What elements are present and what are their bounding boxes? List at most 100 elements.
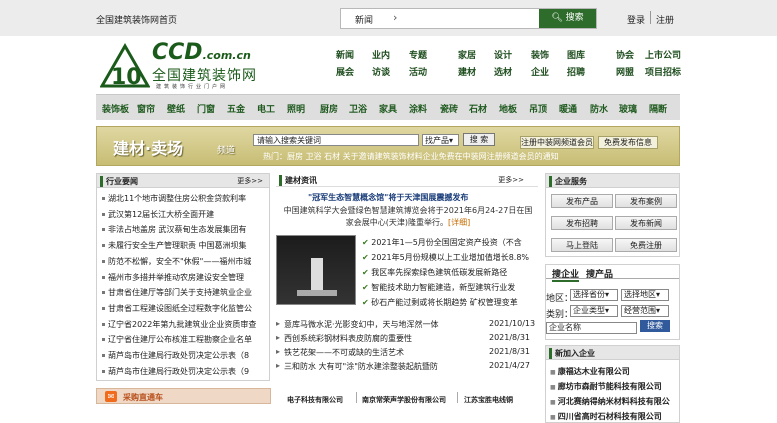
publish-news-button[interactable]: 发布新闻 xyxy=(615,216,677,230)
company-search-button[interactable]: 搜索 xyxy=(640,320,670,332)
purchase-company[interactable]: 电子科技有限公司 xyxy=(287,395,343,405)
industry-news-item[interactable]: 非法占地盖房 武汉蔡甸生态发展集团有 xyxy=(102,224,266,235)
nav-industry[interactable]: 业内 xyxy=(372,48,390,61)
headline[interactable]: "冠军生态智慧概念馆"将于天津国展震撼发布 xyxy=(308,192,468,203)
nav-decoration[interactable]: 装饰 xyxy=(531,48,549,61)
news-title[interactable]: 意库马微水泥·光影变幻中，天与地浑然一体 xyxy=(284,319,439,330)
free-register-button[interactable]: 免费注册 xyxy=(615,238,677,252)
industry-news-item[interactable]: 武汉第12届长江大桥全面开建 xyxy=(102,209,266,220)
category-16[interactable]: 防水 xyxy=(590,102,608,115)
materials-bullet-item[interactable]: ✔ 我区率先探索绿色建筑低碳发展新路径 xyxy=(362,267,538,278)
purchase-company[interactable]: 江苏宝胜电线铜 xyxy=(464,395,513,405)
nav-design[interactable]: 设计 xyxy=(494,48,512,61)
industry-news-item[interactable]: 甘肃省工程建设图纸全过程数字化监管公 xyxy=(102,303,266,314)
detail-link[interactable]: [详细] xyxy=(448,218,470,227)
city-select[interactable]: 选择地区▾ xyxy=(621,289,669,301)
nav-enterprise[interactable]: 企业 xyxy=(531,65,549,78)
nav-news[interactable]: 新闻 xyxy=(336,48,354,61)
industry-more-link[interactable]: 更多>> xyxy=(237,176,263,186)
tab-search-company[interactable]: 搜企业 xyxy=(552,267,580,282)
register-member-button[interactable]: 注册中装网频道会员 xyxy=(520,136,594,149)
category-1[interactable]: 窗帘 xyxy=(137,102,155,115)
category-6[interactable]: 照明 xyxy=(287,102,305,115)
nav-activity[interactable]: 活动 xyxy=(409,65,427,78)
industry-news-item[interactable]: 防范不松懈，安全不"休假"——福州市城 xyxy=(102,256,266,267)
home-link[interactable]: 全国建筑装饰网首页 xyxy=(96,13,177,26)
industry-news-item[interactable]: 湖北11个地市调整住房公积金贷款利率 xyxy=(102,193,266,204)
category-18[interactable]: 隔断 xyxy=(649,102,667,115)
industry-news-item[interactable]: 辽宁省住建厅公布核准工程勘察企业名单 xyxy=(102,334,266,345)
new-company-item[interactable]: 廊坊市森耐节能科技有限公司 xyxy=(550,381,662,392)
category-2[interactable]: 壁纸 xyxy=(167,102,185,115)
news-photo[interactable] xyxy=(276,235,356,305)
industry-news-item[interactable]: 葫芦岛市住建局行政处罚决定公示表（9 xyxy=(102,366,266,377)
province-select[interactable]: 选择省份▾ xyxy=(570,289,618,301)
publish-product-button[interactable]: 发布产品 xyxy=(551,194,613,208)
company-type-select[interactable]: 企业类型▾ xyxy=(570,305,618,317)
industry-news-item[interactable]: 福州市多措并举推动农房建设安全管理 xyxy=(102,272,266,283)
nav-topic[interactable]: 专题 xyxy=(409,48,427,61)
business-scope-select[interactable]: 经营范围▾ xyxy=(621,305,669,317)
nav-materials[interactable]: 建材 xyxy=(458,65,476,78)
materials-bullet-item[interactable]: ✔ 2021年1—5月份全国固定资产投资（不含 xyxy=(362,237,538,248)
nav-listed[interactable]: 上市公司 xyxy=(645,48,681,61)
category-8[interactable]: 卫浴 xyxy=(349,102,367,115)
industry-news-item[interactable]: 辽宁省2022年第九批建筑业企业资质审查 xyxy=(102,319,266,330)
banner-search-input[interactable]: 请输入搜索关键词 xyxy=(253,134,419,146)
publish-info-button[interactable]: 免费发布信息 xyxy=(598,136,658,149)
new-company-item[interactable]: 四川省高时石材科技有限公司 xyxy=(550,411,662,422)
banner-search-button[interactable]: 搜 索 xyxy=(463,133,495,146)
category-9[interactable]: 家具 xyxy=(379,102,397,115)
company-name-input[interactable]: 企业名称 xyxy=(546,322,637,334)
industry-news-item[interactable]: 未履行安全生产管理职责 中国葛洲坝集 xyxy=(102,240,266,251)
category-14[interactable]: 吊顶 xyxy=(529,102,547,115)
category-3[interactable]: 门窗 xyxy=(197,102,215,115)
nav-interview[interactable]: 访谈 xyxy=(372,65,390,78)
industry-news-item[interactable]: 甘肃省住建厅等部门关于支持建筑业企业 xyxy=(102,287,266,298)
login-link[interactable]: 登录 xyxy=(627,13,645,26)
news-title[interactable]: 铁艺花架——不可或缺的生活艺术 xyxy=(284,347,404,358)
category-5[interactable]: 电工 xyxy=(257,102,275,115)
chevron-right-icon[interactable]: › xyxy=(393,11,397,24)
news-title[interactable]: 西创系统彩钢材料表皮防腐的重要性 xyxy=(284,333,412,344)
enterprise-service-panel: 企业服务 发布产品 发布案例 发布招聘 发布新闻 马上登陆 免费注册 xyxy=(545,173,680,257)
register-link[interactable]: 注册 xyxy=(656,13,674,26)
news-title[interactable]: 三和防水 大有可"涂"防水建涂整装起航暨防 xyxy=(284,361,438,372)
nav-alliance[interactable]: 网盟 xyxy=(616,65,634,78)
category-17[interactable]: 玻璃 xyxy=(619,102,637,115)
materials-more-link[interactable]: 更多>> xyxy=(498,175,524,185)
nav-association[interactable]: 协会 xyxy=(616,48,634,61)
nav-jobs[interactable]: 招聘 xyxy=(567,65,585,78)
nav-selection[interactable]: 选材 xyxy=(494,65,512,78)
purchase-bar[interactable]: ✉ 采购直通车 xyxy=(96,388,271,404)
category-15[interactable]: 暖通 xyxy=(559,102,577,115)
banner-search-select[interactable]: 找产品▾ xyxy=(422,134,459,146)
materials-bullet-item[interactable]: ✔ 砂石产能过剩或将长期趋势 矿权管理变革 xyxy=(362,297,538,308)
category-10[interactable]: 涂料 xyxy=(409,102,427,115)
publish-case-button[interactable]: 发布案例 xyxy=(615,194,677,208)
publish-job-button[interactable]: 发布招聘 xyxy=(551,216,613,230)
hot-words[interactable]: 热门：厨房 卫浴 石材 关于邀请建筑装饰材料企业免费在中装网注册频道会员的通知 xyxy=(263,151,559,162)
hot-words-text[interactable]: 厨房 卫浴 石材 关于邀请建筑装饰材料企业免费在中装网注册频道会员的通知 xyxy=(287,152,559,161)
materials-bullet-item[interactable]: ✔ 2021年5月份规模以上工业增加值增长8.8% xyxy=(362,252,538,263)
new-company-item[interactable]: 康福达木业有限公司 xyxy=(550,366,630,377)
purchase-company[interactable]: 南京常荣声学股份有限公司 xyxy=(362,395,446,405)
nav-expo[interactable]: 展会 xyxy=(336,65,354,78)
category-12[interactable]: 石材 xyxy=(469,102,487,115)
category-7[interactable]: 厨房 xyxy=(320,102,338,115)
industry-news-item[interactable]: 葫芦岛市住建局行政处罚决定公示表（8 xyxy=(102,350,266,361)
category-11[interactable]: 瓷砖 xyxy=(440,102,458,115)
site-logo[interactable]: 10 CCD.com.cn 全国建筑装饰网 建筑装饰行业门户网 xyxy=(100,40,260,90)
nav-bidding[interactable]: 项目招标 xyxy=(645,65,681,78)
category-4[interactable]: 五金 xyxy=(227,102,245,115)
search-category-select[interactable]: 新闻 xyxy=(355,13,373,26)
new-company-item[interactable]: 河北赛纳得纳米材料科技有限公 xyxy=(550,396,670,407)
login-now-button[interactable]: 马上登陆 xyxy=(551,238,613,252)
category-0[interactable]: 装饰板 xyxy=(102,102,129,115)
tab-search-product[interactable]: 搜产品 xyxy=(586,267,613,280)
search-button[interactable]: 🔍︎ 搜索 xyxy=(539,9,596,28)
category-13[interactable]: 地板 xyxy=(499,102,517,115)
nav-home[interactable]: 家居 xyxy=(458,48,476,61)
nav-gallery[interactable]: 图库 xyxy=(567,48,585,61)
materials-bullet-item[interactable]: ✔ 智能技术助力智能建造，新型建筑行业发 xyxy=(362,282,538,293)
